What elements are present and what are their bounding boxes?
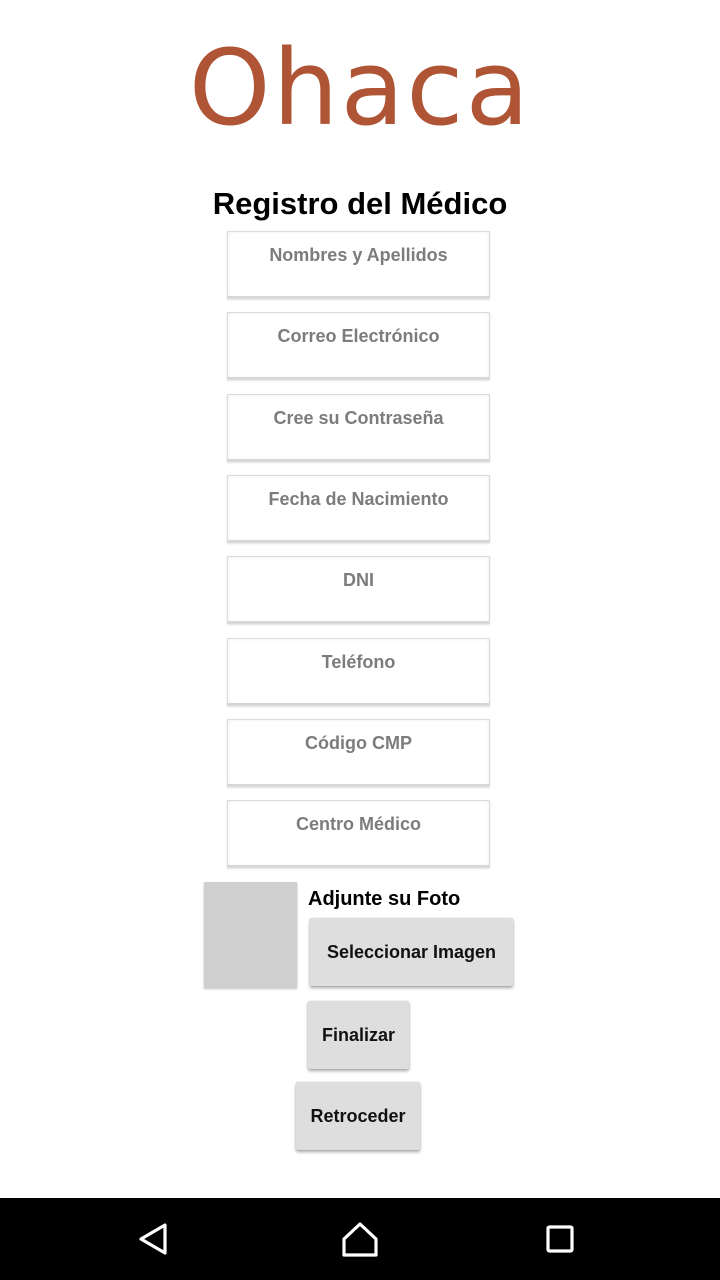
email-field[interactable]: Correo Electrónico — [227, 312, 490, 380]
full-name-field[interactable]: Nombres y Apellidos — [227, 231, 490, 299]
phone-placeholder: Teléfono — [321, 652, 396, 672]
password-placeholder: Cree su Contraseña — [273, 408, 444, 428]
photo-label: Adjunte su Foto — [308, 888, 461, 910]
phone-field[interactable]: Teléfono — [227, 638, 490, 706]
back-triangle-icon[interactable] — [134, 1219, 174, 1259]
photo-preview — [204, 882, 297, 988]
back-button[interactable]: Retroceder — [296, 1082, 420, 1150]
birth-date-field[interactable]: Fecha de Nacimiento — [227, 475, 490, 543]
finish-button[interactable]: Finalizar — [308, 1001, 409, 1069]
dni-placeholder: DNI — [343, 570, 374, 590]
cmp-code-field[interactable]: Código CMP — [227, 719, 490, 787]
app-logo: Ohaca — [188, 27, 532, 149]
medical-center-field[interactable]: Centro Médico — [227, 800, 490, 868]
recent-apps-icon[interactable] — [540, 1219, 580, 1259]
system-navigation-bar — [0, 1198, 720, 1280]
cmp-code-placeholder: Código CMP — [305, 733, 412, 753]
home-icon[interactable] — [340, 1219, 380, 1259]
dni-field[interactable]: DNI — [227, 556, 490, 624]
email-placeholder: Correo Electrónico — [277, 326, 440, 346]
full-name-placeholder: Nombres y Apellidos — [269, 245, 448, 265]
registration-screen: Ohaca Registro del Médico Nombres y Apel… — [0, 0, 720, 1280]
password-field[interactable]: Cree su Contraseña — [227, 394, 490, 462]
medical-center-placeholder: Centro Médico — [295, 814, 421, 834]
birth-date-placeholder: Fecha de Nacimiento — [268, 489, 449, 509]
select-image-button[interactable]: Seleccionar Imagen — [310, 918, 513, 986]
page-title: Registro del Médico — [212, 186, 508, 221]
